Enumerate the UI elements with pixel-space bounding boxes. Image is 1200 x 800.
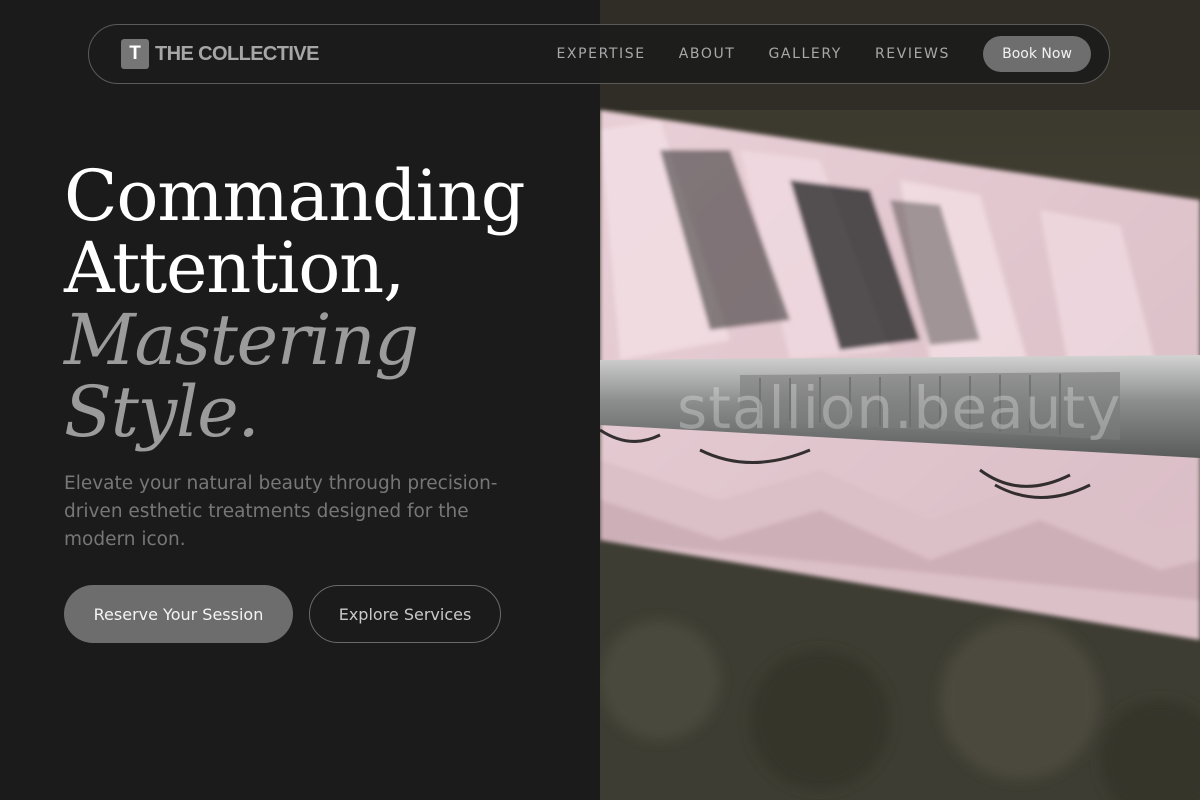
nav-link-reviews[interactable]: REVIEWS [875, 46, 950, 62]
nav-links: EXPERTISE ABOUT GALLERY REVIEWS Book Now [556, 36, 1091, 72]
hero-image: stallion.beauty [600, 0, 1200, 800]
page: stallion.beauty T THE COLLECTIVE EXPERTI… [0, 0, 1200, 800]
headline-line-2: Attention, [64, 227, 405, 309]
headline-italic-line-1: Mastering [64, 299, 419, 381]
reserve-session-button[interactable]: Reserve Your Session [64, 585, 293, 643]
book-now-button[interactable]: Book Now [983, 36, 1091, 72]
brand-logo[interactable]: T THE COLLECTIVE [121, 39, 319, 69]
headline-line-1: Commanding [64, 155, 526, 237]
nav-link-gallery[interactable]: GALLERY [768, 46, 841, 62]
nav-link-about[interactable]: ABOUT [679, 46, 736, 62]
hero-headline: Commanding Attention, Mastering Style. [64, 155, 526, 453]
explore-services-button[interactable]: Explore Services [309, 585, 501, 643]
headline-italic-line-2: Style. [64, 371, 260, 453]
nav-link-expertise[interactable]: EXPERTISE [556, 46, 645, 62]
brand-mark: T [121, 39, 149, 69]
image-watermark: stallion.beauty [677, 374, 1122, 442]
top-navigation: T THE COLLECTIVE EXPERTISE ABOUT GALLERY… [88, 24, 1110, 84]
hero-subtitle: Elevate your natural beauty through prec… [64, 473, 498, 550]
brand-name: THE COLLECTIVE [155, 42, 319, 65]
